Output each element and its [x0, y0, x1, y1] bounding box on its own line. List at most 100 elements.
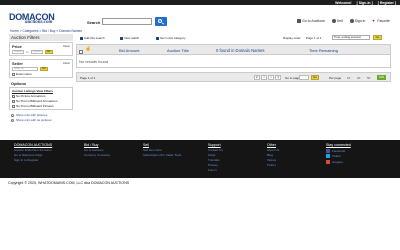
person-icon — [331, 19, 336, 23]
footer-link[interactable]: Sign in to Register — [14, 159, 52, 162]
results-table: ☝ Bid Amount Auction Title 0 found in Do… — [76, 44, 391, 68]
seller-clear-link[interactable]: Clear — [63, 61, 70, 66]
goto-page-button[interactable]: Go — [311, 75, 319, 80]
list-icon — [156, 36, 159, 40]
filters-title: Auction Filters — [9, 34, 73, 41]
plus-icon — [80, 36, 83, 40]
table-body: No results found — [76, 55, 391, 68]
page-indicator: Page 1 of 1 — [306, 36, 322, 40]
per-page-label: Per page — [329, 76, 342, 80]
footer-link[interactable]: Go to Auctions — [84, 149, 110, 152]
twitter-link[interactable]: Twitter — [326, 154, 351, 158]
favorite-menu[interactable]: ♥ Favorite — [372, 18, 390, 24]
google-plus-link[interactable]: Google+ — [326, 159, 351, 164]
footer-col-social: Stay connected Facebook Twitter Google+ — [326, 143, 351, 164]
header: DOMACON auctions.com Search Go to Auctio… — [0, 5, 400, 27]
display-order-label: Display order — [283, 36, 301, 40]
footer-link[interactable]: Privacy — [208, 164, 223, 167]
goto-page-label: Go to page — [285, 76, 300, 80]
empty-message: No results found — [79, 59, 109, 64]
price-go-button[interactable]: Go — [44, 50, 53, 54]
page-size-option-active[interactable]: 100 — [377, 75, 387, 80]
bid-icon: ☝ — [85, 46, 92, 52]
sort-go-button[interactable]: Go — [373, 35, 382, 40]
price-min-input[interactable]: Lowest — [12, 50, 24, 54]
seller-id-input[interactable]: Seller ID — [12, 67, 38, 71]
seller-go-button[interactable]: Go — [40, 67, 48, 71]
twitter-icon — [326, 154, 330, 158]
seller-filter: Seller Clear Seller ID Go Exact name — [9, 59, 73, 78]
footer-link[interactable]: Blog — [267, 154, 279, 157]
next-page-button[interactable]: > — [268, 75, 274, 80]
last-page-button[interactable]: >| — [275, 75, 281, 80]
goto-page-input[interactable] — [299, 75, 309, 80]
footer-col-sell: Sell Sell Item Now Subscription Pro Sell… — [143, 143, 182, 157]
col-bid-amount[interactable]: Bid Amount — [119, 48, 139, 53]
footer-link[interactable]: Tutorials — [208, 159, 223, 162]
page-size-option[interactable]: 50 — [367, 76, 370, 80]
footer-link[interactable]: FAQs — [208, 154, 223, 157]
options-box: Auction Listings View Filters No Picture… — [9, 87, 73, 110]
price-clear-link[interactable]: Clear — [63, 44, 70, 49]
user-icon — [349, 19, 354, 23]
view-watch-link[interactable]: View watch — [120, 36, 139, 40]
price-filter: Price Clear Lowest to Highest Go — [9, 42, 73, 56]
footer-link[interactable]: About Us — [267, 149, 279, 152]
radio-no-pictures[interactable] — [11, 118, 14, 122]
footer-col-support: Support Contact Us FAQs Tutorials Privac… — [208, 143, 223, 172]
found-count: 0 found in Domain Names — [216, 48, 265, 53]
footer-link[interactable]: Twitter — [267, 164, 279, 167]
col-time-remaining[interactable]: Time Remaining — [309, 48, 338, 53]
page-size-option[interactable]: 20 — [357, 76, 360, 80]
logo[interactable]: DOMACON auctions.com — [9, 12, 71, 26]
footer-link[interactable]: Forum — [208, 169, 223, 172]
options-title: Options — [11, 81, 27, 86]
option-checkbox[interactable] — [12, 104, 15, 108]
radio-with-pictures[interactable] — [11, 113, 14, 117]
price-max-input[interactable]: Highest — [30, 50, 43, 54]
footer-col-domacon: DOMACON AUCTIONS Auction Ends Next 24 Ho… — [14, 143, 53, 162]
signin-link[interactable]: [ Sign-in ] — [357, 1, 373, 5]
home-icon — [297, 19, 302, 23]
results-toolbar: Add this search View watch Set in this c… — [76, 35, 391, 41]
option-checkbox[interactable] — [12, 94, 15, 98]
table-header: ☝ Bid Amount Auction Title 0 found in Do… — [76, 44, 391, 55]
pagination-bar: Page 1 of 1 |< < > >| Go to page Go Per … — [76, 72, 391, 82]
set-category-link[interactable]: Set in this category — [156, 36, 186, 40]
footer-link[interactable]: Sell Item Now — [143, 149, 181, 152]
search-label: Search — [87, 20, 101, 25]
footer-link[interactable]: Auction Ends Next 24 Hours — [14, 149, 52, 152]
footer-link[interactable]: Currency Converter — [84, 154, 110, 157]
sell-menu[interactable]: Sell — [331, 19, 343, 23]
facebook-link[interactable]: Facebook — [326, 148, 351, 153]
search-button[interactable] — [155, 17, 167, 26]
copyright: Copyright © 2025, WHATDOMAINS.COM, LLC d… — [8, 181, 130, 185]
eye-icon — [120, 36, 123, 40]
footer-link[interactable]: Videos — [267, 159, 279, 162]
breadcrumb[interactable]: Home > Categories > Bid / Buy > Domain N… — [10, 29, 82, 33]
col-auction-title[interactable]: Auction Title — [167, 48, 189, 53]
footer-col-other: Other About Us Blog Videos Twitter — [267, 143, 280, 167]
page-size-option[interactable]: 10 — [347, 76, 350, 80]
signin-menu[interactable]: Sign in — [349, 19, 365, 23]
goto-auctions-link[interactable]: Go to Auctions — [297, 19, 325, 23]
footer-link[interactable]: Contact Us — [208, 149, 223, 152]
footer-link[interactable]: Subscription Pro Seller Tools — [143, 154, 181, 157]
google-plus-icon — [326, 159, 330, 164]
auction-filters-panel: Auction Filters Price Clear Lowest to Hig… — [9, 34, 73, 122]
pager-page-indicator: Page 1 of 1 — [80, 76, 96, 80]
first-page-button[interactable]: |< — [254, 75, 260, 80]
footer-col-bidbuy: Bid / Buy Go to Auctions Currency Conver… — [84, 143, 111, 157]
search-input[interactable] — [102, 18, 152, 25]
welcome-text: Welcome! — [335, 0, 352, 5]
register-link[interactable]: [ Register ] — [378, 1, 396, 5]
add-search-link[interactable]: Add this search — [80, 36, 105, 40]
prev-page-button[interactable]: < — [261, 75, 267, 80]
heart-icon: ♥ — [372, 18, 375, 23]
footer-link[interactable]: Go to Welcome Page — [14, 154, 52, 157]
sort-select[interactable]: Time: ending soonest — [332, 35, 370, 40]
option-checkbox[interactable] — [12, 99, 15, 103]
facebook-icon — [326, 148, 330, 153]
logo-sub: auctions.com — [25, 20, 53, 25]
exact-name-checkbox[interactable] — [12, 72, 15, 76]
